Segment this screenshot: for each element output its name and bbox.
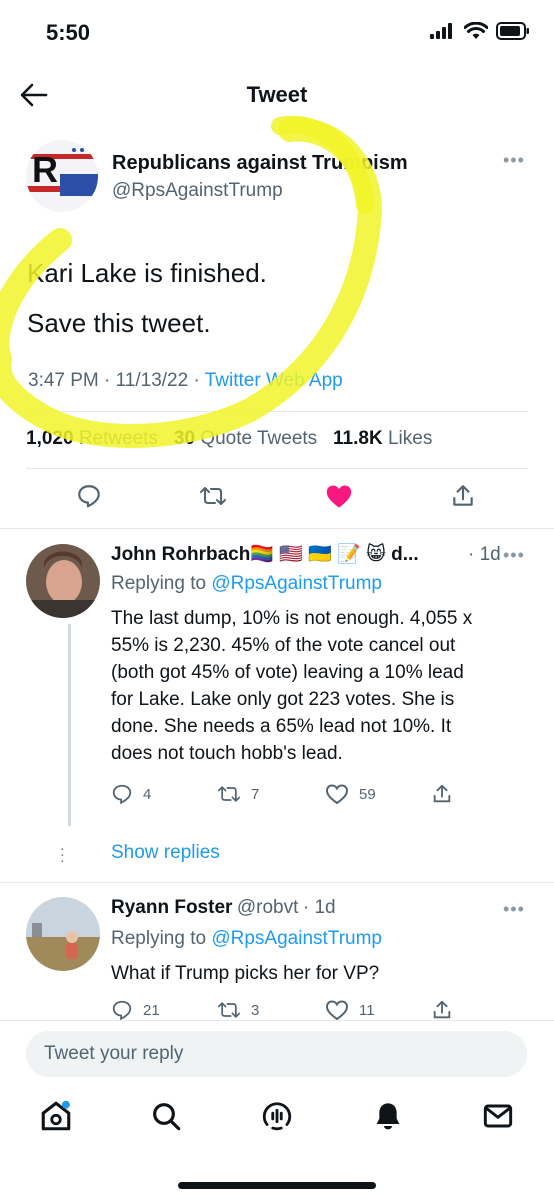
retweet-button[interactable]: 3 xyxy=(217,999,259,1021)
more-options-icon[interactable]: ••• xyxy=(503,899,525,920)
nav-search[interactable] xyxy=(146,1096,186,1136)
nav-spaces[interactable] xyxy=(257,1096,297,1136)
divider xyxy=(0,1020,554,1021)
reply-age: · 1d xyxy=(302,897,336,918)
spaces-icon xyxy=(262,1102,292,1131)
retweet-icon xyxy=(217,786,241,802)
reply-button[interactable]: 4 xyxy=(111,783,151,805)
tweet-text: Kari Lake is finished. Save this tweet. xyxy=(27,248,527,348)
wifi-icon xyxy=(464,22,488,39)
svg-text:R: R xyxy=(32,149,58,190)
replying-to: Replying to @RpsAgainstTrump xyxy=(111,573,382,594)
heart-filled-icon xyxy=(326,485,352,508)
retweets-stat[interactable]: 1,020 Retweets xyxy=(26,428,158,449)
retweet-icon xyxy=(217,1002,241,1018)
reply-age: · 1d xyxy=(468,544,501,565)
likes-stat[interactable]: 11.8K Likes xyxy=(333,428,432,449)
nav-messages[interactable] xyxy=(478,1096,518,1136)
heart-icon xyxy=(325,784,349,805)
heart-icon xyxy=(325,1000,349,1021)
retweet-button[interactable]: 7 xyxy=(217,783,259,805)
thread-line xyxy=(68,624,71,826)
like-button[interactable]: 11 xyxy=(325,999,375,1021)
tweet-text-line: Kari Lake is finished. xyxy=(27,258,267,288)
comment-icon xyxy=(112,784,132,805)
tweet-timestamp: 3:47 PM · 11/13/22 · xyxy=(28,370,205,391)
author-name[interactable]: Republicans against Trumpism xyxy=(112,152,408,175)
reply-text: What if Trump picks her for VP? xyxy=(111,963,380,984)
nav-home[interactable] xyxy=(36,1096,76,1136)
page-title: Tweet xyxy=(246,82,308,107)
envelope-icon xyxy=(483,1104,513,1128)
tweet-text-line: Save this tweet. xyxy=(27,308,211,338)
tweet-source-link[interactable]: Twitter Web App xyxy=(205,370,343,391)
battery-icon xyxy=(496,22,529,40)
share-icon xyxy=(453,485,473,506)
search-icon xyxy=(153,1103,181,1131)
share-button[interactable] xyxy=(431,783,453,805)
user-photo-icon xyxy=(26,897,100,971)
avatar[interactable]: R xyxy=(26,140,98,212)
nav-notifications[interactable] xyxy=(368,1096,408,1136)
signal-icon xyxy=(430,23,452,39)
avatar[interactable] xyxy=(26,544,100,618)
share-button[interactable] xyxy=(431,999,453,1021)
reply-author-emoji: 🏳️‍🌈 🇺🇸 🇺🇦 📝 😸 d... xyxy=(250,544,419,565)
home-indicator xyxy=(178,1182,376,1189)
like-button[interactable]: 59 xyxy=(325,783,376,805)
tweet-actions xyxy=(26,483,528,515)
status-time: 5:50 xyxy=(46,20,91,45)
divider xyxy=(0,528,554,529)
bell-icon xyxy=(376,1103,400,1130)
reply-author-name[interactable]: Ryann Foster xyxy=(111,897,232,918)
show-replies-link[interactable]: Show replies xyxy=(111,842,220,864)
retweet-icon xyxy=(200,487,226,505)
reply-header: Ryann Foster @robvt · 1d xyxy=(111,897,336,919)
divider xyxy=(0,882,554,883)
author-handle[interactable]: @RpsAgainstTrump xyxy=(112,180,283,202)
share-icon xyxy=(433,784,451,803)
bottom-nav xyxy=(0,1096,554,1152)
retweet-button[interactable] xyxy=(199,483,227,514)
share-button[interactable] xyxy=(450,483,476,514)
replying-to-handle[interactable]: @RpsAgainstTrump xyxy=(211,573,382,594)
reply-author-handle[interactable]: @robvt xyxy=(237,897,299,918)
status-icons xyxy=(430,22,530,40)
divider xyxy=(26,468,528,469)
more-options-icon[interactable]: ••• xyxy=(503,150,525,171)
reply-header: John Rohrbach🏳️‍🌈 🇺🇸 🇺🇦 📝 😸 d... xyxy=(111,542,501,566)
divider xyxy=(26,411,528,412)
reply-button[interactable]: 21 xyxy=(111,999,160,1021)
thread-dots-icon: · · · xyxy=(60,840,65,868)
reply-actions: 4 7 59 xyxy=(111,783,527,807)
user-photo-icon xyxy=(26,544,100,618)
reply-composer-input[interactable]: Tweet your reply xyxy=(26,1031,527,1077)
reply-author-name[interactable]: John Rohrbach xyxy=(111,544,250,565)
reply-actions: 21 3 11 xyxy=(111,999,527,1021)
tweet-meta: 3:47 PM · 11/13/22 · Twitter Web App xyxy=(28,370,343,392)
tweet-stats: 1,020 Retweets 30 Quote Tweets 11.8K Lik… xyxy=(26,428,432,450)
quotes-stat[interactable]: 30 Quote Tweets xyxy=(174,428,317,449)
home-icon xyxy=(41,1100,71,1131)
comment-icon xyxy=(78,485,100,508)
republicans-logo-icon: R xyxy=(26,140,98,212)
comment-icon xyxy=(112,1000,132,1021)
replying-to: Replying to @RpsAgainstTrump xyxy=(111,928,382,949)
avatar[interactable] xyxy=(26,897,100,971)
more-options-icon[interactable]: ••• xyxy=(503,545,525,566)
replying-to-handle[interactable]: @RpsAgainstTrump xyxy=(211,928,382,949)
reply-text: The last dump, 10% is not enough. 4,055 … xyxy=(111,608,473,764)
share-icon xyxy=(433,1000,451,1019)
reply-button[interactable] xyxy=(76,483,102,514)
like-button[interactable] xyxy=(325,483,353,514)
